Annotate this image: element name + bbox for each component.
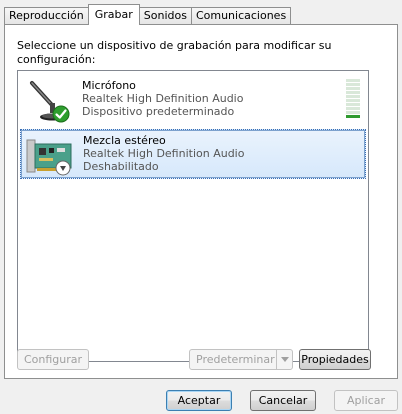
recording-panel: Seleccione un dispositivo de grabación p… — [4, 24, 398, 379]
set-default-split-button[interactable]: Predeterminar — [189, 349, 293, 370]
device-list[interactable]: Micrófono Realtek High Definition Audio … — [17, 70, 369, 362]
tab-comunicaciones[interactable]: Comunicaciones — [190, 7, 292, 25]
ok-button[interactable]: Aceptar — [166, 390, 232, 411]
device-microphone-text: Micrófono Realtek High Definition Audio … — [82, 79, 243, 118]
device-driver: Realtek High Definition Audio — [83, 147, 245, 160]
default-check-icon — [52, 105, 70, 123]
disabled-arrow-icon — [55, 160, 71, 176]
device-name: Micrófono — [82, 79, 136, 92]
tab-reproduccion[interactable]: Reproducción — [4, 7, 89, 25]
device-stereo-mix-text: Mezcla estéreo Realtek High Definition A… — [83, 134, 244, 173]
properties-button[interactable]: Propiedades — [299, 349, 371, 370]
device-stereo-mix[interactable]: Mezcla estéreo Realtek High Definition A… — [20, 129, 366, 179]
chevron-down-icon[interactable] — [276, 350, 292, 369]
device-status: Dispositivo predeterminado — [82, 105, 235, 118]
tab-strip: Reproducción Grabar Sonidos Comunicacion… — [4, 4, 292, 25]
tab-sonidos[interactable]: Sonidos — [138, 7, 192, 25]
instruction-text: Seleccione un dispositivo de grabación p… — [17, 39, 332, 66]
device-status: Deshabilitado — [83, 160, 159, 173]
device-microphone[interactable]: Micrófono Realtek High Definition Audio … — [20, 75, 366, 125]
apply-button[interactable]: Aplicar — [334, 390, 398, 411]
configure-button[interactable]: Configurar — [17, 349, 89, 370]
cancel-button[interactable]: Cancelar — [250, 390, 316, 411]
level-meter — [346, 79, 360, 119]
device-name: Mezcla estéreo — [83, 134, 166, 147]
set-default-label: Predeterminar — [196, 353, 275, 366]
tab-grabar[interactable]: Grabar — [87, 4, 140, 25]
device-driver: Realtek High Definition Audio — [82, 92, 244, 105]
